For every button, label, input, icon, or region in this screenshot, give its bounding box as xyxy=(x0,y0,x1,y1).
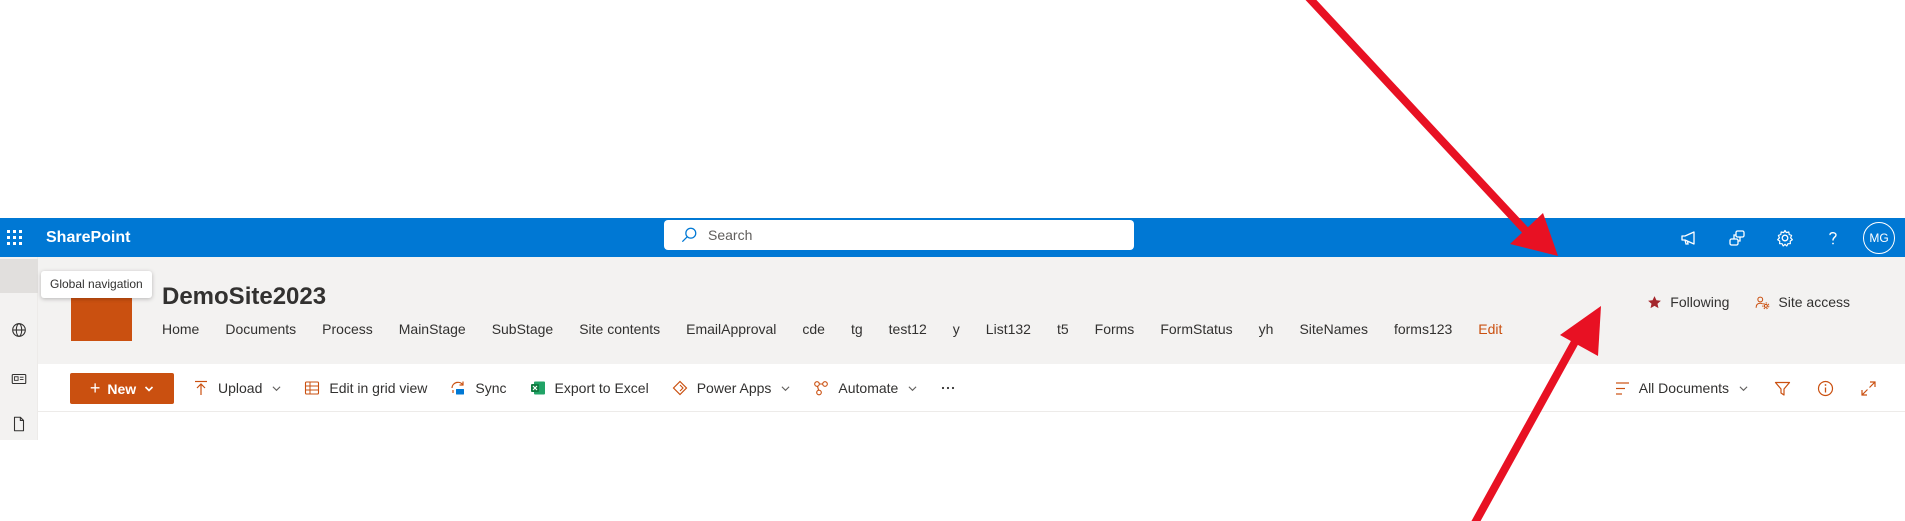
export-label: Export to Excel xyxy=(554,380,649,396)
nav-link-t5[interactable]: t5 xyxy=(1057,321,1069,337)
help-button[interactable] xyxy=(1809,218,1857,257)
news-icon xyxy=(11,373,27,385)
filter-button[interactable] xyxy=(1774,380,1791,397)
search-box[interactable]: Search xyxy=(664,220,1134,250)
share-connect-button[interactable] xyxy=(1713,218,1761,257)
sync-button[interactable]: Sync xyxy=(450,380,507,396)
chevron-down-icon xyxy=(908,385,917,391)
chevron-down-icon xyxy=(272,385,281,391)
people-settings-icon xyxy=(1756,296,1770,309)
automate-label: Automate xyxy=(838,380,899,396)
megaphone-icon xyxy=(1681,230,1695,245)
power-apps-button[interactable]: Power Apps xyxy=(672,380,791,396)
global-navigation-tooltip: Global navigation xyxy=(41,271,152,298)
grid-label: Edit in grid view xyxy=(329,380,428,396)
brand-link[interactable]: SharePoint xyxy=(46,218,130,257)
sync-icon xyxy=(451,381,465,395)
globe-icon xyxy=(12,323,26,337)
upload-button[interactable]: Upload xyxy=(193,380,281,396)
nav-link-substage[interactable]: SubStage xyxy=(492,321,554,337)
settings-button[interactable] xyxy=(1761,218,1809,257)
nav-link-emailapproval[interactable]: EmailApproval xyxy=(686,321,776,337)
nav-link-site-contents[interactable]: Site contents xyxy=(579,321,660,337)
expand-button[interactable] xyxy=(1860,380,1877,397)
automate-flow-icon xyxy=(814,381,829,396)
nav-link-test12[interactable]: test12 xyxy=(889,321,927,337)
sites-button[interactable] xyxy=(0,313,38,347)
page: SharePoint Search MG DemoSite2023 Home D… xyxy=(0,0,1905,521)
suite-bar-actions: MG xyxy=(1665,218,1905,257)
nav-link-list132[interactable]: List132 xyxy=(986,321,1031,337)
nav-link-y[interactable]: y xyxy=(953,321,960,337)
following-button[interactable]: Following xyxy=(1647,294,1729,310)
nav-link-forms[interactable]: Forms xyxy=(1095,321,1135,337)
nav-link-cde[interactable]: cde xyxy=(802,321,825,337)
global-navigation-button[interactable] xyxy=(0,259,38,293)
site-title[interactable]: DemoSite2023 xyxy=(162,283,326,311)
excel-icon xyxy=(530,381,545,395)
nav-edit-link[interactable]: Edit xyxy=(1478,321,1502,337)
app-launcher-button[interactable] xyxy=(0,218,28,257)
nav-link-mainstage[interactable]: MainStage xyxy=(399,321,466,337)
avatar[interactable]: MG xyxy=(1863,221,1895,254)
nav-link-home[interactable]: Home xyxy=(162,321,199,337)
site-navigation: Home Documents Process MainStage SubStag… xyxy=(162,321,1528,337)
nav-link-yh[interactable]: yh xyxy=(1259,321,1274,337)
view-commands: All Documents xyxy=(1588,364,1877,412)
power-apps-label: Power Apps xyxy=(696,380,772,396)
info-button[interactable] xyxy=(1817,380,1834,397)
nav-link-formstatus[interactable]: FormStatus xyxy=(1160,321,1232,337)
search-placeholder: Search xyxy=(708,227,753,243)
filter-icon xyxy=(1774,381,1791,396)
edit-in-grid-view-button[interactable]: Edit in grid view xyxy=(304,380,427,396)
help-icon xyxy=(1829,231,1837,244)
megaphone-button[interactable] xyxy=(1665,218,1713,257)
nav-link-tg[interactable]: tg xyxy=(851,321,863,337)
chevron-down-icon xyxy=(781,385,790,391)
chevron-down-icon xyxy=(145,385,154,392)
waffle-icon xyxy=(6,230,22,245)
nav-link-documents[interactable]: Documents xyxy=(225,321,296,337)
site-header: DemoSite2023 Home Documents Process Main… xyxy=(38,257,1905,364)
view-selector-button[interactable]: All Documents xyxy=(1614,380,1748,397)
view-label: All Documents xyxy=(1638,380,1729,396)
command-list: Upload Edit in grid view Sync Export to … xyxy=(193,364,988,412)
left-rail xyxy=(0,257,38,440)
nav-link-forms123[interactable]: forms123 xyxy=(1394,321,1452,337)
new-label: New xyxy=(107,380,137,397)
info-icon xyxy=(1817,380,1834,396)
command-bar: + New Upload Edit in grid view Sync Expo… xyxy=(38,364,1905,412)
export-to-excel-button[interactable]: Export to Excel xyxy=(530,380,649,396)
search-icon xyxy=(682,227,697,242)
gear-icon xyxy=(1777,229,1793,247)
plus-icon: + xyxy=(89,378,101,398)
sync-label: Sync xyxy=(475,380,507,396)
automate-button[interactable]: Automate xyxy=(813,380,917,396)
more-dots-icon xyxy=(942,386,955,390)
header-actions: Following Site access xyxy=(1647,294,1850,310)
following-label: Following xyxy=(1670,294,1730,310)
site-access-button[interactable]: Site access xyxy=(1755,294,1850,310)
upload-label: Upload xyxy=(218,380,263,396)
star-filled-icon xyxy=(1648,295,1662,308)
power-apps-icon xyxy=(672,380,688,396)
upload-icon xyxy=(195,380,207,395)
grid-icon xyxy=(305,381,320,395)
site-access-label: Site access xyxy=(1778,294,1850,310)
view-options-icon xyxy=(1615,381,1629,395)
share-connect-icon xyxy=(1729,229,1745,246)
nav-link-process[interactable]: Process xyxy=(322,321,373,337)
more-commands-button[interactable] xyxy=(940,380,965,396)
new-button[interactable]: + New xyxy=(70,373,174,404)
suite-bar: SharePoint Search MG xyxy=(0,218,1905,257)
files-button[interactable] xyxy=(0,407,38,441)
file-icon xyxy=(13,416,25,432)
expand-icon xyxy=(1861,380,1876,396)
nav-link-sitenames[interactable]: SiteNames xyxy=(1299,321,1367,337)
chevron-down-icon xyxy=(1739,385,1748,391)
news-button[interactable] xyxy=(0,362,38,396)
